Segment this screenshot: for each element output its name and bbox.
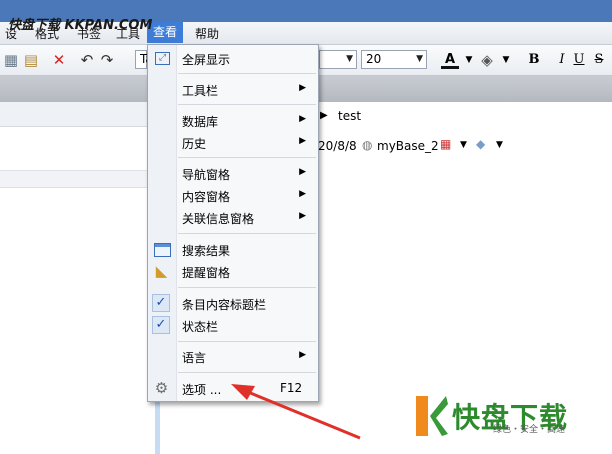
style-combo[interactable]: Ta	[135, 50, 153, 69]
highlight-icon[interactable]: ◈	[478, 51, 496, 69]
font-name-combo[interactable]: ▼	[319, 50, 357, 69]
menu-item-label: 工具栏	[182, 84, 219, 98]
navigation-pane-separator	[0, 170, 150, 188]
strikethrough-button[interactable]: S	[590, 51, 608, 69]
menu-item-language[interactable]: 语言 ▶	[148, 346, 318, 367]
menu-item-status-bar[interactable]: ✓ 状态栏	[148, 315, 318, 336]
view-menu-dropdown: ⤢ 全屏显示 工具栏 ▶ 数据库 ▶ 历史 ▶ 导航窗格 ▶ 内容窗格 ▶ 关联…	[147, 44, 319, 402]
delete-icon[interactable]: ✕	[50, 51, 68, 69]
chevron-right-icon: ▶	[320, 110, 328, 121]
menu-separator	[178, 287, 316, 288]
arrow-shaft	[242, 388, 361, 440]
menu-item-label: 导航窗格	[182, 168, 231, 182]
font-color-button[interactable]: A	[441, 51, 459, 69]
annotation-arrow	[231, 384, 361, 440]
submenu-arrow-icon: ▶	[299, 114, 306, 124]
font-size-combo[interactable]: 20 ▼	[361, 50, 427, 69]
chevron-down-icon: ▼	[346, 54, 353, 64]
paste-icon[interactable]: ▤	[22, 51, 40, 69]
save-icon[interactable]: ▦	[2, 51, 20, 69]
submenu-arrow-icon: ▶	[299, 211, 306, 221]
menu-separator	[178, 73, 316, 74]
menu-item-label: 提醒窗格	[182, 266, 231, 280]
menu-separator	[178, 372, 316, 373]
search-results-icon	[154, 243, 171, 257]
menu-item-nav-pane[interactable]: 导航窗格 ▶	[148, 163, 318, 184]
menu-item-label: 选项 ...	[182, 383, 222, 397]
menu-separator	[178, 233, 316, 234]
menu-item-reminder-pane[interactable]: ◣ 提醒窗格	[148, 261, 318, 282]
menu-item-fullscreen[interactable]: ⤢ 全屏显示	[148, 48, 318, 69]
database-icon: ◍	[362, 138, 373, 152]
menu-item-label: 条目内容标题栏	[182, 298, 267, 312]
navigation-pane-header	[0, 102, 150, 127]
underline-button[interactable]: U	[570, 51, 588, 69]
menu-separator	[178, 157, 316, 158]
menu-item-label: 内容窗格	[182, 190, 231, 204]
navigation-pane	[0, 102, 150, 454]
calendar-icon[interactable]: ▦	[440, 137, 451, 151]
menu-item-label: 全屏显示	[182, 53, 231, 67]
redo-icon[interactable]: ↷	[98, 51, 116, 69]
chevron-down-icon[interactable]: ▼	[460, 140, 467, 150]
breadcrumb[interactable]: test	[338, 109, 361, 123]
checkmark-icon: ✓	[152, 294, 170, 312]
menu-separator	[178, 341, 316, 342]
italic-button[interactable]: I	[553, 51, 571, 69]
menu-item-label: 搜索结果	[182, 244, 231, 258]
menu-item-label: 关联信息窗格	[182, 212, 255, 226]
submenu-arrow-icon: ▶	[299, 136, 306, 146]
menu-item-search-results[interactable]: 搜索结果	[148, 239, 318, 260]
pane-splitter[interactable]	[155, 400, 160, 454]
chevron-down-icon: ▼	[416, 54, 423, 64]
menu-item-database[interactable]: 数据库 ▶	[148, 110, 318, 131]
menu-item-related-pane[interactable]: 关联信息窗格 ▶	[148, 207, 318, 228]
arrow-head	[231, 384, 255, 400]
chevron-down-icon[interactable]: ▼	[497, 51, 515, 69]
date-text: 20/8/8	[318, 139, 357, 153]
menu-help[interactable]: 帮助	[192, 25, 222, 42]
submenu-arrow-icon: ▶	[299, 167, 306, 177]
watermark-logo-icon	[416, 396, 448, 436]
tag-icon[interactable]: ◆	[476, 137, 485, 151]
menu-item-history[interactable]: 历史 ▶	[148, 132, 318, 153]
chevron-down-icon[interactable]: ▼	[460, 51, 478, 69]
bold-button[interactable]: B	[525, 51, 543, 69]
undo-icon[interactable]: ↶	[78, 51, 96, 69]
submenu-arrow-icon: ▶	[299, 350, 306, 360]
menu-separator	[178, 104, 316, 105]
menu-item-toolbar[interactable]: 工具栏 ▶	[148, 79, 318, 100]
gear-icon: ⚙	[154, 379, 169, 397]
menu-item-content-pane[interactable]: 内容窗格 ▶	[148, 185, 318, 206]
font-size-value: 20	[366, 52, 382, 66]
watermark-text: 快盘下载 KKPAN.COM	[8, 18, 153, 33]
submenu-arrow-icon: ▶	[299, 189, 306, 199]
watermark-tagline: 绿色・安全・高速	[493, 425, 566, 435]
base-name[interactable]: myBase_2	[377, 139, 439, 153]
menu-item-label: 状态栏	[182, 320, 219, 334]
menu-item-label: 历史	[182, 137, 207, 151]
fullscreen-icon: ⤢	[155, 52, 170, 65]
menu-item-label: 语言	[182, 351, 207, 365]
submenu-arrow-icon: ▶	[299, 83, 306, 93]
reminder-icon: ◣	[155, 262, 168, 280]
menu-item-title-bar[interactable]: ✓ 条目内容标题栏	[148, 293, 318, 314]
menu-item-label: 数据库	[182, 115, 219, 129]
chevron-down-icon[interactable]: ▼	[496, 140, 503, 150]
checkmark-icon: ✓	[152, 316, 170, 334]
